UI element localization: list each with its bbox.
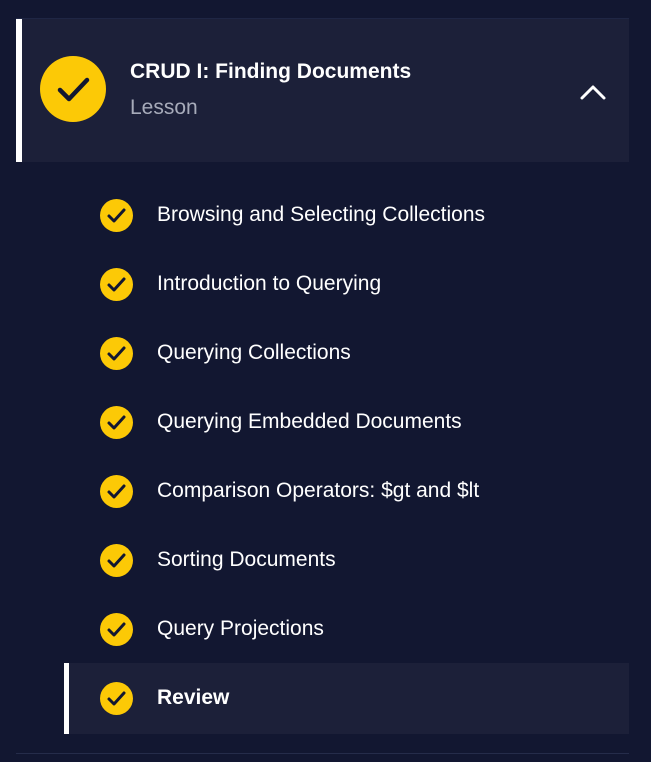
lesson-item-label: Querying Embedded Documents <box>157 410 462 433</box>
check-icon <box>100 544 133 577</box>
check-icon <box>100 406 133 439</box>
lesson-complete-check-icon <box>40 56 106 122</box>
lesson-item-label: Browsing and Selecting Collections <box>157 203 486 226</box>
lesson-item-query-projections[interactable]: Query Projections <box>16 594 629 663</box>
check-icon <box>100 337 133 370</box>
lesson-item-embedded-documents[interactable]: Querying Embedded Documents <box>16 387 629 456</box>
lesson-item-review[interactable]: Review <box>64 663 629 734</box>
check-icon <box>100 682 133 715</box>
chevron-up-icon[interactable] <box>578 77 608 107</box>
lesson-item-label: Introduction to Querying <box>157 272 382 295</box>
lesson-item-querying-collections[interactable]: Querying Collections <box>16 318 629 387</box>
lesson-item-comparison-operators[interactable]: Comparison Operators: $gt and $lt <box>16 456 629 525</box>
check-icon <box>100 268 133 301</box>
check-icon <box>100 613 133 646</box>
lesson-item-label: Querying Collections <box>157 341 351 364</box>
lesson-item-label: Review <box>157 686 230 709</box>
lesson-type-label: Lesson <box>130 96 198 119</box>
lesson-item-intro-querying[interactable]: Introduction to Querying <box>16 249 629 318</box>
lesson-header[interactable]: CRUD I: Finding Documents Lesson <box>16 19 629 162</box>
check-icon <box>100 199 133 232</box>
divider-bottom <box>16 753 629 754</box>
check-icon <box>100 475 133 508</box>
lesson-panel: CRUD I: Finding Documents Lesson Browsin… <box>16 18 629 754</box>
lesson-items-list: Browsing and Selecting Collections Intro… <box>16 180 629 734</box>
lesson-item-label: Query Projections <box>157 617 324 640</box>
lesson-item-label: Comparison Operators: $gt and $lt <box>157 479 480 502</box>
lesson-item-browsing-collections[interactable]: Browsing and Selecting Collections <box>16 180 629 249</box>
lesson-item-label: Sorting Documents <box>157 548 336 571</box>
lesson-item-sorting-documents[interactable]: Sorting Documents <box>16 525 629 594</box>
lesson-title: CRUD I: Finding Documents <box>130 60 412 83</box>
